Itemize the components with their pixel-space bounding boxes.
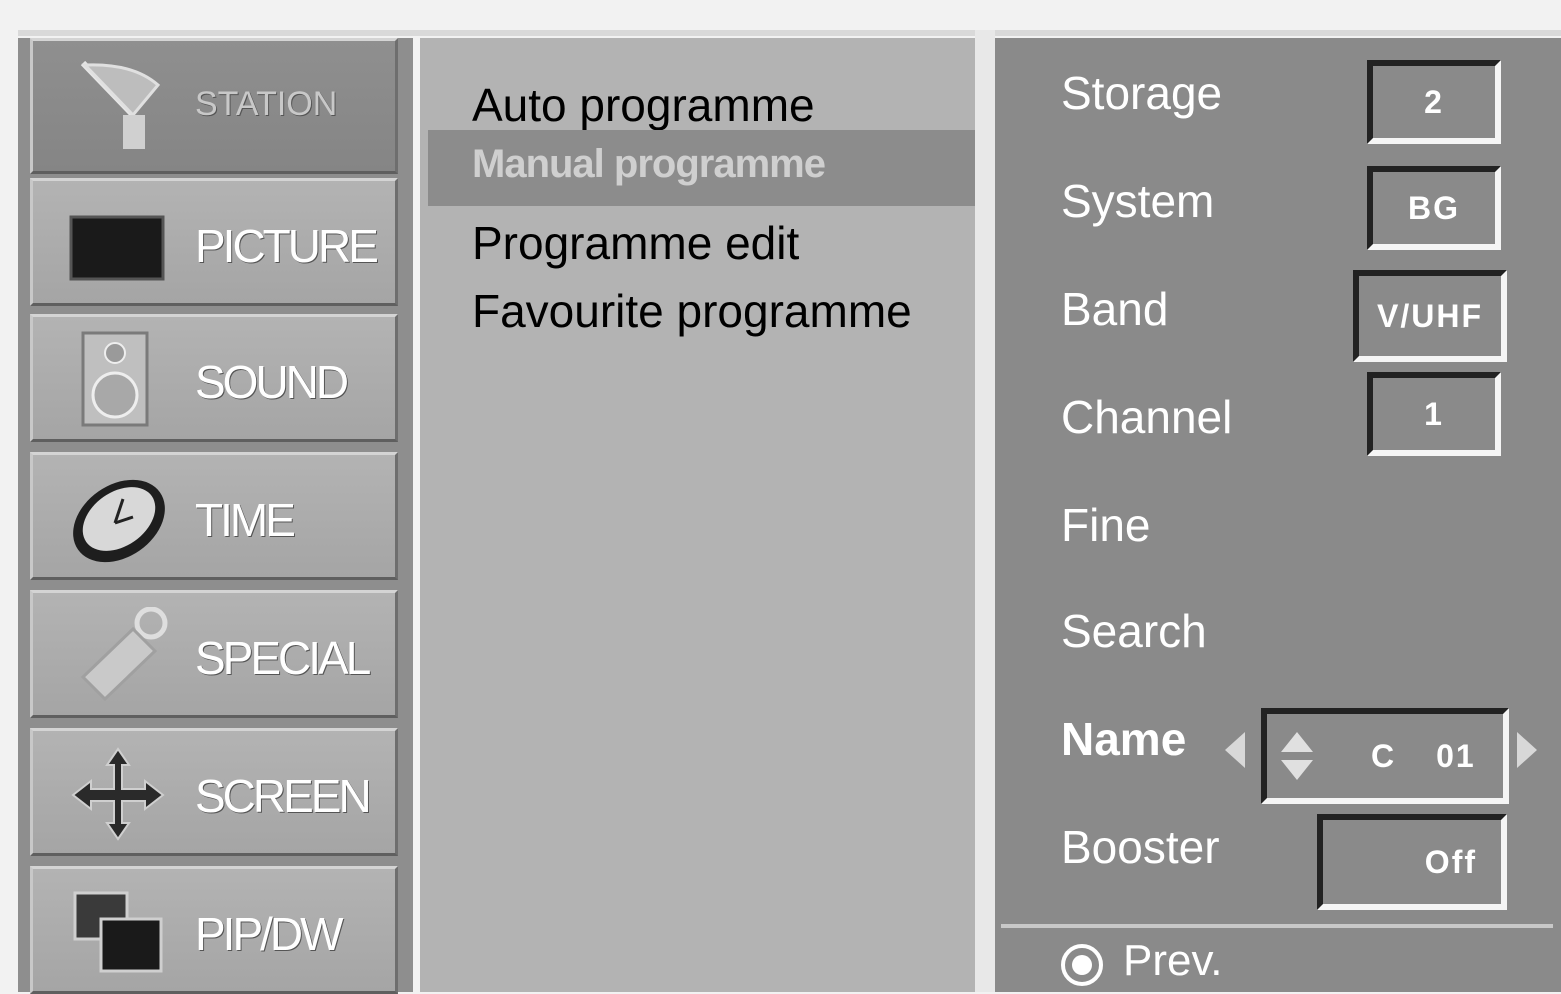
name-number: 01 — [1436, 737, 1476, 774]
sidebar-item-label: SCREEN — [195, 770, 372, 822]
station-submenu: Auto programme Manual programme Programm… — [420, 38, 998, 992]
sidebar-item-station[interactable]: STATION — [30, 38, 398, 174]
main-menu-sidebar: STATION PICTURE SOUND TIME SPECIAL SCREE… — [18, 38, 413, 994]
booster-label: Booster — [1061, 821, 1220, 873]
menu-item-auto-programme[interactable]: Auto programme — [472, 78, 815, 132]
up-down-arrows-icon — [1281, 732, 1313, 780]
sidebar-item-picture[interactable]: PICTURE — [30, 178, 398, 306]
storage-label: Storage — [1061, 67, 1223, 119]
move-arrows-icon — [71, 747, 165, 841]
sidebar-item-label: PIP/DW — [195, 908, 344, 960]
name-right-arrow-icon[interactable] — [1517, 732, 1537, 768]
satellite-dish-icon — [80, 60, 161, 149]
top-border — [18, 30, 1561, 36]
pip-windows-icon — [73, 891, 163, 973]
system-value[interactable]: BG — [1367, 166, 1501, 250]
search-label[interactable]: Search — [1061, 604, 1207, 658]
panel-divider — [975, 30, 995, 992]
clock-icon — [73, 479, 165, 563]
system-label: System — [1061, 175, 1215, 227]
sidebar-item-label: SOUND — [195, 356, 349, 408]
ok-button-icon — [1061, 944, 1103, 986]
menu-item-manual-programme[interactable]: Manual programme — [428, 130, 998, 206]
name-left-arrow-icon[interactable] — [1225, 732, 1245, 768]
prev-label[interactable]: Prev. — [1123, 936, 1222, 986]
sidebar-item-label: PICTURE — [195, 220, 379, 272]
sidebar-item-label: SPECIAL — [195, 632, 371, 684]
fine-tune-label[interactable]: Fine — [1061, 498, 1150, 552]
sidebar-item-screen[interactable]: SCREEN — [30, 728, 398, 856]
sidebar-item-pip-dw[interactable]: PIP/DW — [30, 866, 398, 994]
channel-label: Channel — [1061, 391, 1233, 443]
band-value[interactable]: V/UHF — [1353, 270, 1507, 362]
name-field[interactable]: C 01 — [1261, 708, 1509, 804]
sidebar-item-label: STATION — [195, 85, 338, 123]
menu-item-label: Manual programme — [472, 142, 826, 186]
picture-monitor-icon — [69, 215, 165, 281]
menu-item-programme-edit[interactable]: Programme edit — [472, 216, 799, 270]
sidebar-item-sound[interactable]: SOUND — [30, 314, 398, 442]
booster-value[interactable]: Off — [1317, 814, 1507, 910]
storage-value[interactable]: 2 — [1367, 60, 1501, 144]
menu-item-favourite-programme[interactable]: Favourite programme — [472, 284, 912, 338]
name-label: Name — [1061, 713, 1187, 765]
channel-value[interactable]: 1 — [1367, 372, 1501, 456]
sidebar-item-time[interactable]: TIME — [30, 452, 398, 580]
band-label: Band — [1061, 283, 1169, 335]
manual-programme-settings: Storage 2 System BG Band V/UHF Channel 1… — [995, 38, 1561, 992]
sidebar-item-special[interactable]: SPECIAL — [30, 590, 398, 718]
sidebar-item-label: TIME — [195, 494, 296, 546]
name-letter: C — [1371, 737, 1397, 774]
footer-divider — [1001, 924, 1553, 928]
speaker-icon — [81, 331, 149, 427]
remote-control-icon — [80, 607, 168, 702]
